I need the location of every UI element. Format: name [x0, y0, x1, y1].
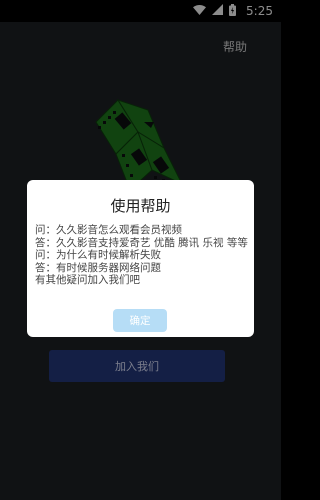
dialog-title: 使用帮助 — [110, 197, 171, 215]
question-2: 问：为什么有时候解析失败 — [35, 249, 161, 261]
ok-button[interactable]: 确定 — [113, 309, 167, 332]
dialog-body: 问：久久影音怎么观看会员视频 答：久久影音支持爱奇艺 优酷 腾讯 乐视 等等 问… — [35, 224, 249, 287]
answer-2: 答：有时候服务器网络问题 — [35, 261, 161, 274]
contact-note: 有其他疑问加入我们吧 — [35, 274, 140, 286]
question-1: 问：久久影音怎么观看会员视频 — [35, 224, 182, 236]
help-dialog: 使用帮助 问：久久影音怎么观看会员视频 答：久久影音支持爱奇艺 优酷 腾讯 乐视… — [27, 180, 254, 337]
answer-1: 答：久久影音支持爱奇艺 优酷 腾讯 乐视 等等 — [35, 236, 248, 249]
